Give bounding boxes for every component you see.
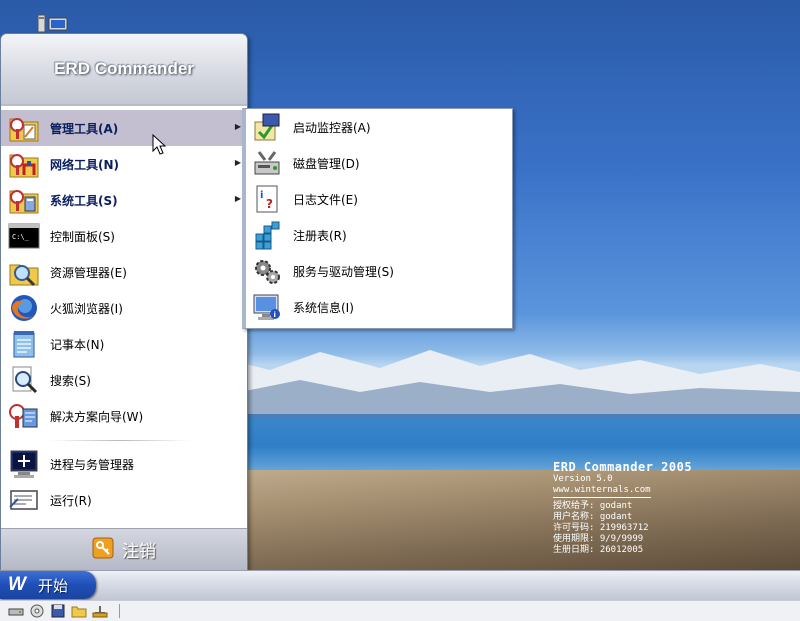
menu-item-control-panel[interactable]: C:\_ 控制面板(S) bbox=[1, 218, 247, 254]
wallpaper-license-line: 用户名称: godant bbox=[553, 512, 633, 522]
submenu-item-disk-management[interactable]: 磁盘管理(D) bbox=[246, 145, 512, 181]
start-button-label: 开始 bbox=[38, 576, 69, 595]
menu-item-search[interactable]: 搜索(S) bbox=[1, 362, 247, 398]
wallpaper-title: ERD Commander 2005 bbox=[553, 460, 693, 474]
services-icon bbox=[250, 255, 284, 287]
start-menu: ERD Commander 管理工具(A) ▶ 网络工具(N) ▶ 系统工具(S… bbox=[0, 33, 248, 571]
menu-item-label: 管理工具(A) bbox=[50, 121, 119, 136]
floppy-icon[interactable] bbox=[50, 604, 66, 618]
svg-text:i: i bbox=[260, 190, 263, 201]
menu-separator bbox=[1, 434, 247, 446]
submenu-item-system-info[interactable]: i 系统信息(I) bbox=[246, 289, 512, 325]
console-icon: C:\_ bbox=[7, 220, 41, 252]
menu-item-label: 记事本(N) bbox=[50, 337, 105, 352]
submenu-arrow-icon: ▶ bbox=[234, 158, 241, 167]
start-button[interactable]: W 开始 bbox=[0, 571, 96, 599]
wallpaper-license-line: 授权给予: godant bbox=[553, 501, 633, 511]
network-tools-icon bbox=[7, 148, 41, 180]
start-menu-title: ERD Commander bbox=[54, 59, 194, 78]
menu-item-label: 运行(R) bbox=[50, 493, 92, 508]
wizard-icon bbox=[7, 400, 41, 432]
run-icon bbox=[7, 484, 41, 516]
submenu-item-log-file[interactable]: i? 日志文件(E) bbox=[246, 181, 512, 217]
menu-item-label: 进程与务管理器 bbox=[50, 457, 135, 472]
menu-item-run[interactable]: 运行(R) bbox=[1, 482, 247, 518]
key-icon bbox=[92, 537, 114, 562]
logoff-button[interactable]: 注销 bbox=[1, 528, 247, 570]
wallpaper-url: www.winternals.com bbox=[553, 485, 651, 498]
log-file-icon: i? bbox=[250, 183, 284, 215]
disk-management-icon bbox=[250, 147, 284, 179]
mouse-cursor-icon bbox=[152, 134, 166, 155]
taskbar: W 开始 bbox=[0, 570, 800, 600]
submenu-item-label: 日志文件(E) bbox=[293, 192, 358, 207]
submenu-item-label: 磁盘管理(D) bbox=[293, 156, 360, 171]
menu-item-label: 搜索(S) bbox=[50, 373, 91, 388]
firefox-icon bbox=[7, 292, 41, 324]
svg-text:C:\_: C:\_ bbox=[12, 233, 30, 241]
menu-item-firefox[interactable]: 火狐浏览器(I) bbox=[1, 290, 247, 326]
drive-icon[interactable] bbox=[8, 604, 24, 618]
registry-icon bbox=[250, 219, 284, 251]
network-icon[interactable] bbox=[92, 604, 108, 618]
submenu-item-services[interactable]: 服务与驱动管理(S) bbox=[246, 253, 512, 289]
submenu-arrow-icon: ▶ bbox=[234, 194, 241, 203]
start-menu-list: 管理工具(A) ▶ 网络工具(N) ▶ 系统工具(S) ▶ C:\_ 控制面板(… bbox=[1, 110, 247, 518]
menu-item-task-manager[interactable]: 进程与务管理器 bbox=[1, 446, 247, 482]
submenu-arrow-icon: ▶ bbox=[234, 122, 241, 131]
svg-text:i: i bbox=[274, 311, 276, 319]
submenu-item-label: 系统信息(I) bbox=[293, 300, 354, 315]
submenu-item-label: 启动监控器(A) bbox=[293, 120, 371, 135]
cd-icon[interactable] bbox=[29, 604, 45, 618]
menu-item-label: 网络工具(N) bbox=[50, 157, 120, 172]
wallpaper-license-line: 使用期限: 9/9/9999 bbox=[553, 534, 644, 544]
explorer-icon bbox=[7, 256, 41, 288]
menu-item-label: 控制面板(S) bbox=[50, 229, 115, 244]
task-manager-icon bbox=[7, 448, 41, 480]
menu-item-explorer[interactable]: 资源管理器(E) bbox=[1, 254, 247, 290]
start-menu-header: ERD Commander bbox=[1, 34, 247, 106]
menu-item-network-tools[interactable]: 网络工具(N) ▶ bbox=[1, 146, 247, 182]
menu-item-notepad[interactable]: 记事本(N) bbox=[1, 326, 247, 362]
menu-item-system-tools[interactable]: 系统工具(S) ▶ bbox=[1, 182, 247, 218]
wallpaper-license-line: 许可号码: 219963712 bbox=[553, 523, 649, 533]
submenu-item-registry[interactable]: 注册表(R) bbox=[246, 217, 512, 253]
wallpaper-version: Version 5.0 bbox=[553, 474, 613, 484]
menu-item-admin-tools[interactable]: 管理工具(A) ▶ bbox=[1, 110, 247, 146]
quick-launch-bar bbox=[0, 600, 800, 621]
submenu-item-autoruns[interactable]: 启动监控器(A) bbox=[246, 109, 512, 145]
admin-tools-icon bbox=[7, 112, 41, 144]
admin-tools-submenu: 启动监控器(A) 磁盘管理(D) i? 日志文件(E) 注册表(R) 服务与驱动… bbox=[242, 108, 513, 329]
menu-item-solution-wizard[interactable]: 解决方案向导(W) bbox=[1, 398, 247, 434]
submenu-item-label: 服务与驱动管理(S) bbox=[293, 264, 394, 279]
menu-item-label: 火狐浏览器(I) bbox=[50, 301, 123, 316]
system-info-icon: i bbox=[250, 291, 284, 323]
computer-desktop-icon[interactable] bbox=[36, 14, 70, 34]
autoruns-icon bbox=[250, 111, 284, 143]
menu-item-label: 系统工具(S) bbox=[50, 193, 118, 208]
wallpaper-license-line: 生册日期: 26012005 bbox=[553, 545, 644, 555]
quickbar-separator bbox=[119, 604, 120, 618]
start-logo: W bbox=[8, 574, 26, 595]
wallpaper-info: ERD Commander 2005 Version 5.0 www.winte… bbox=[553, 460, 692, 556]
search-icon bbox=[7, 364, 41, 396]
logoff-label: 注销 bbox=[122, 542, 156, 562]
system-tools-icon bbox=[7, 184, 41, 216]
folder-icon[interactable] bbox=[71, 604, 87, 618]
notepad-icon bbox=[7, 328, 41, 360]
svg-text:?: ? bbox=[266, 197, 273, 211]
menu-item-label: 资源管理器(E) bbox=[50, 265, 127, 280]
menu-item-label: 解决方案向导(W) bbox=[50, 409, 144, 424]
submenu-item-label: 注册表(R) bbox=[293, 228, 347, 243]
